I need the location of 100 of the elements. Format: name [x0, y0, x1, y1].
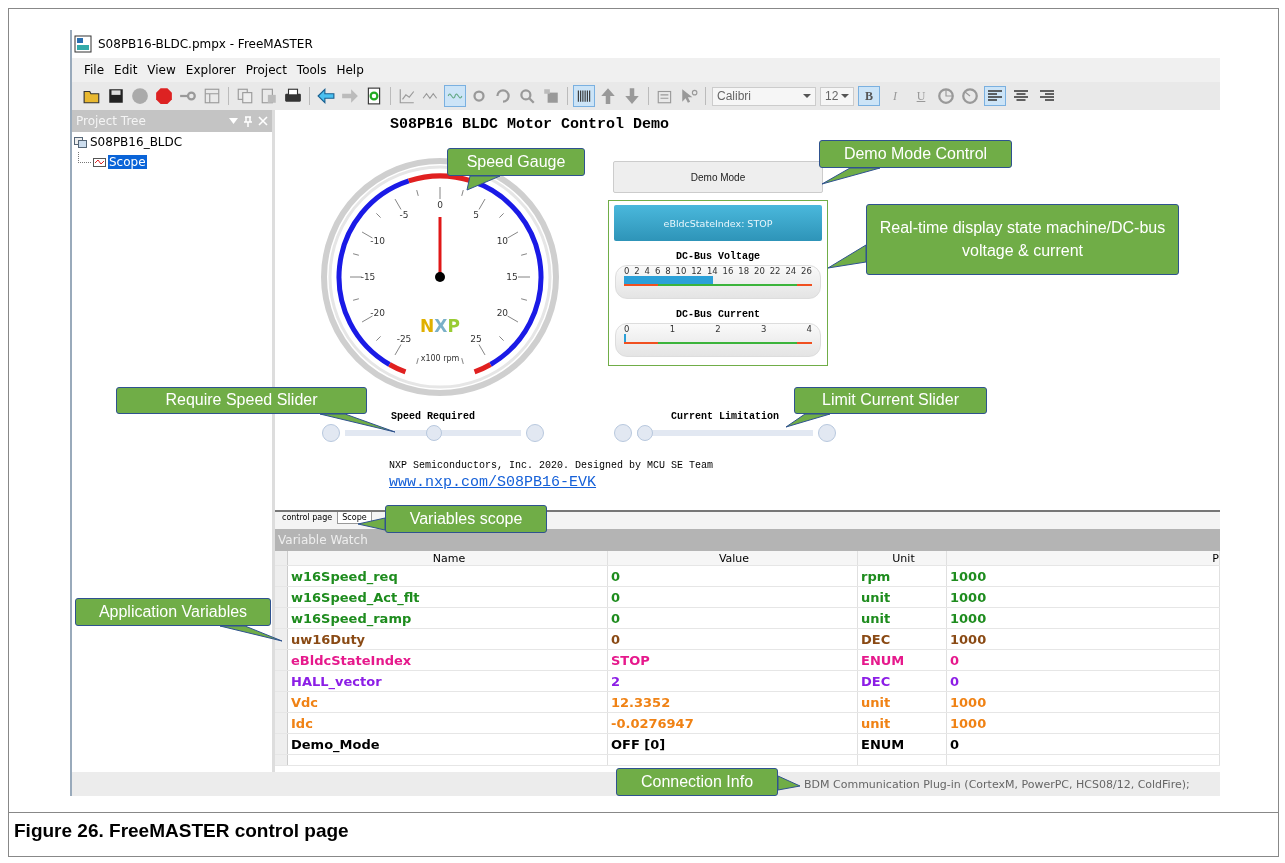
save-icon[interactable] [106, 86, 126, 106]
align-center-icon [1014, 90, 1028, 102]
table-cell: 0 [608, 587, 858, 607]
menu-item[interactable]: Project [245, 63, 287, 77]
panel-title: Variable Watch [275, 529, 1220, 551]
demo-mode-button[interactable]: Demo Mode [613, 161, 823, 193]
column-header[interactable]: P [947, 551, 1220, 565]
stop-icon[interactable] [154, 86, 174, 106]
column-header[interactable]: Unit [858, 551, 947, 565]
table-row[interactable]: Demo_Mode OFF [0] ENUM 0 [275, 734, 1220, 755]
scale-label: 0 [624, 266, 630, 276]
table-cell: 1000 [947, 566, 1220, 586]
oscilloscope-icon[interactable] [445, 86, 465, 106]
scale-label: -20 [370, 308, 385, 318]
scale-label: 5 [473, 209, 479, 220]
copy-icon[interactable] [235, 86, 255, 106]
increase-button[interactable] [526, 424, 544, 442]
menu-item[interactable]: Help [336, 63, 364, 77]
menu-item[interactable]: Edit [114, 63, 138, 77]
table-cell: -0.0276947 [608, 713, 858, 733]
scale-label: 1 [669, 324, 676, 334]
scale-label: 4 [644, 266, 650, 276]
callout-pointer [821, 167, 881, 185]
table-row[interactable]: w16Speed_ramp 0 unit 1000 [275, 608, 1220, 629]
dropdown-icon[interactable] [229, 118, 238, 124]
slider-label: Speed Required [391, 411, 475, 422]
menu-item[interactable]: Explorer [185, 63, 236, 77]
table-cell: Demo_Mode [288, 734, 608, 754]
table-cell: 1000 [947, 608, 1220, 628]
table-cell: 1000 [947, 713, 1220, 733]
slider-thumb[interactable] [637, 425, 653, 441]
format-button[interactable]: B [858, 86, 880, 106]
scale-label: 3 [760, 324, 767, 334]
table-cell: 1000 [947, 629, 1220, 649]
table-row[interactable]: uw16Duty 0 DEC 1000 [275, 629, 1220, 650]
slider-thumb[interactable] [426, 425, 442, 441]
scale-label: 15 [506, 272, 518, 282]
window-icon[interactable] [202, 86, 222, 106]
loop-icon[interactable] [493, 86, 513, 106]
table-cell: DEC [858, 629, 947, 649]
table-row[interactable]: HALL_vector 2 DEC 0 [275, 671, 1220, 692]
website-link[interactable]: www.nxp.com/S08PB16-EVK [389, 474, 597, 491]
table-cell: STOP [608, 650, 858, 670]
scale-label: 0 [624, 324, 630, 334]
align-left-icon [988, 90, 1002, 102]
row-header[interactable] [275, 629, 288, 649]
pin-icon[interactable] [244, 115, 252, 127]
scale-label: 2 [634, 266, 640, 276]
scale-label: 26 [801, 266, 812, 276]
page-tab[interactable]: Scope [337, 512, 372, 524]
table-cell: unit [858, 608, 947, 628]
table-cell: 0 [608, 566, 858, 586]
table-row[interactable]: w16Speed_Act_flt 0 unit 1000 [275, 587, 1220, 608]
align-button[interactable] [984, 86, 1006, 106]
grid-icon[interactable] [574, 86, 594, 106]
align-right-icon [1040, 90, 1054, 102]
table-cell: unit [858, 713, 947, 733]
table-row[interactable]: eBldcStateIndex STOP ENUM 0 [275, 650, 1220, 671]
font-size-dropdown[interactable]: 12 [820, 86, 854, 106]
callout-pointer [466, 175, 501, 191]
scale-label: -25 [396, 334, 412, 345]
scale-label: -5 [399, 209, 409, 220]
increase-button[interactable] [818, 424, 836, 442]
scale-label: 18 [738, 266, 750, 276]
decrease-button[interactable] [322, 424, 340, 442]
column-header[interactable]: Name [288, 551, 608, 565]
empty-table-row[interactable] [275, 755, 1220, 766]
menu-item[interactable]: File [84, 63, 105, 77]
app-icon [74, 35, 92, 53]
caret-icon [803, 94, 811, 98]
graph-icon[interactable] [397, 86, 417, 106]
table-row[interactable]: w16Speed_req 0 rpm 1000 [275, 566, 1220, 587]
scale-label: 0 [437, 200, 443, 210]
close-icon[interactable] [258, 116, 268, 126]
decrease-button[interactable] [614, 424, 632, 442]
column-header[interactable]: Value [608, 551, 858, 565]
back-arrow-icon[interactable] [316, 86, 336, 106]
scale-label: 25 [470, 334, 482, 345]
table-cell: w16Speed_req [288, 566, 608, 586]
table-cell: w16Speed_ramp [288, 608, 608, 628]
tree-item[interactable]: S08PB16_BLDC [89, 135, 184, 149]
scope-icon [93, 156, 106, 168]
connection-status: BDM Communication Plug-in (CortexM, PowerPC, HCS08/12, ColdFire); [804, 777, 1190, 791]
scale-label: 10 [675, 266, 687, 276]
unit-label: x100 rpm [420, 354, 460, 363]
scale-label: 22 [769, 266, 781, 276]
table-cell: eBldcStateIndex [288, 650, 608, 670]
scale-label: 16 [722, 266, 734, 276]
font-dropdown[interactable]: Calibri [712, 86, 816, 106]
window-title: S08PB16-BLDC.pmpx - FreeMASTER [98, 37, 313, 51]
tree-item[interactable]: Scope [108, 155, 147, 169]
scale-label: 4 [806, 324, 812, 334]
menu-item[interactable]: View [147, 63, 176, 77]
scale-label: 12 [691, 266, 702, 276]
menu-item[interactable]: Tools [296, 63, 327, 77]
table-cell: 0 [947, 650, 1220, 670]
slider-label: Current Limitation [671, 411, 779, 422]
callout-label: Real-time display state machine/DC-bus voltage & current [866, 204, 1179, 275]
callout-pointer [785, 413, 831, 428]
zoom-icon[interactable] [517, 86, 537, 106]
